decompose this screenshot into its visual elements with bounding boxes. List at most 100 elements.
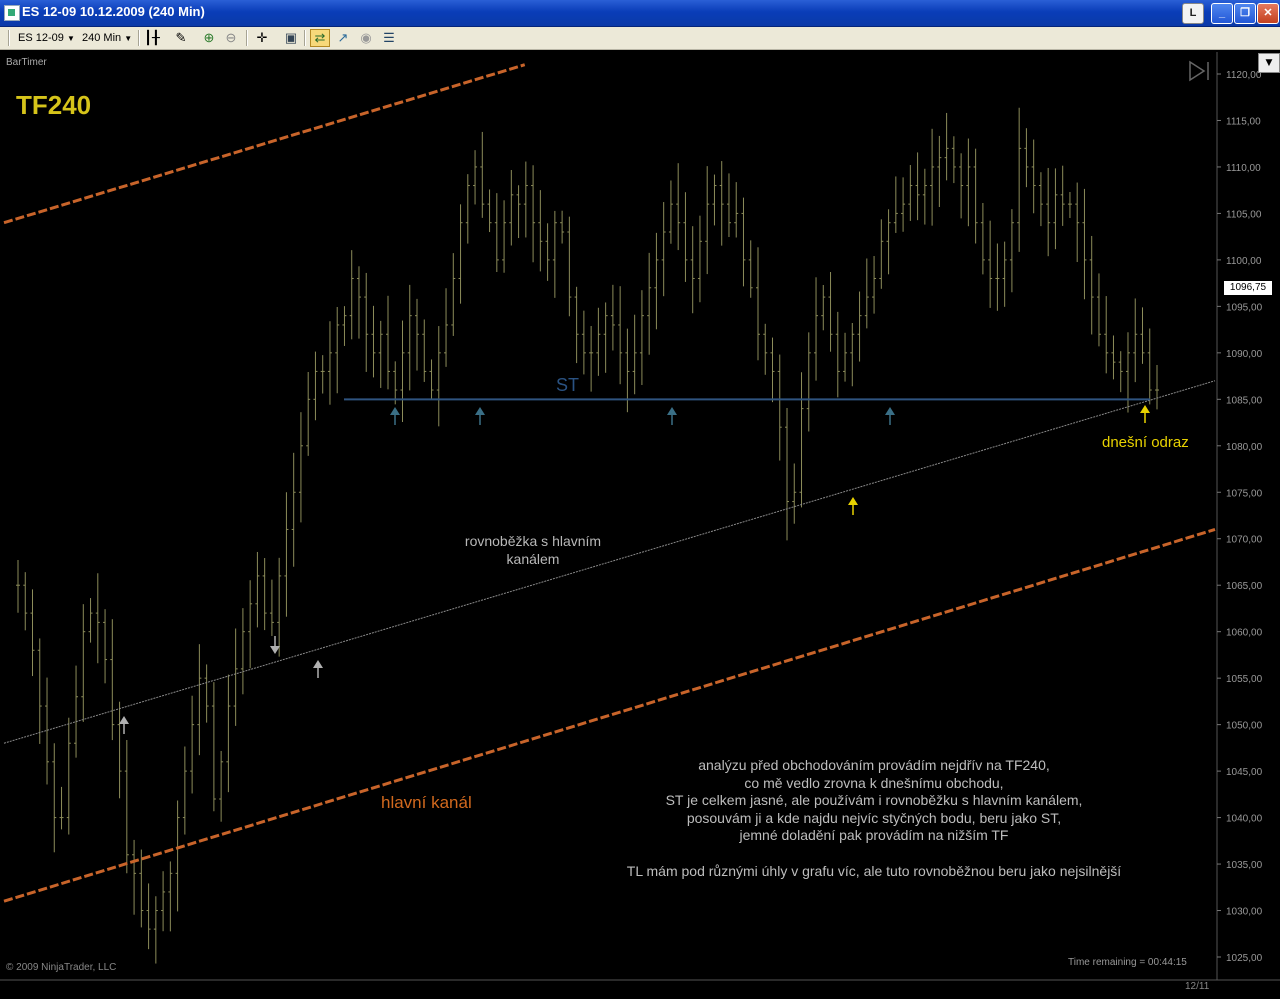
- ohlc-bar: [676, 163, 681, 251]
- analysis-note: analýzu před obchodováním provádím nejdř…: [600, 757, 1148, 880]
- ohlc-bar: [792, 463, 797, 524]
- ohlc-bar: [1075, 182, 1080, 263]
- ohlc-bar: [182, 746, 187, 835]
- ohlc-bar: [371, 305, 376, 378]
- ohlc-bar: [632, 314, 637, 395]
- ohlc-bar: [385, 295, 390, 390]
- ohlc-bar: [930, 128, 935, 226]
- strategy-icon[interactable]: ◉: [357, 29, 375, 47]
- y-tick-label: 1060,00: [1226, 628, 1263, 639]
- instrument-selector[interactable]: ES 12-09 ▼: [14, 29, 79, 47]
- data-box-icon[interactable]: ☰: [380, 29, 398, 47]
- close-button[interactable]: ✕: [1257, 3, 1279, 24]
- ohlc-bar: [277, 557, 282, 657]
- ohlc-bar: [52, 743, 57, 853]
- maximize-button[interactable]: ❐: [1234, 3, 1256, 24]
- ohlc-bar: [407, 284, 412, 391]
- interval-selector[interactable]: 240 Min ▼: [78, 29, 136, 47]
- ohlc-bar: [284, 492, 289, 617]
- ohlc-bar: [1002, 241, 1007, 307]
- bar-timer-play-icon[interactable]: [1188, 60, 1212, 82]
- ohlc-bar: [719, 161, 724, 246]
- window-title-bar[interactable]: ES 12-09 10.12.2009 (240 Min) L _ ❐ ✕: [0, 0, 1280, 27]
- zoom-out-icon[interactable]: ⊖: [222, 29, 240, 47]
- window-title: ES 12-09 10.12.2009 (240 Min): [22, 4, 205, 19]
- ohlc-bar: [545, 223, 550, 281]
- crosshair-icon[interactable]: ✛: [253, 29, 271, 47]
- arrow-up-icon: [390, 407, 400, 425]
- ohlc-bar: [298, 412, 303, 523]
- ohlc-bar: [255, 551, 260, 628]
- axis-menu-button[interactable]: ▼: [1258, 53, 1280, 73]
- instrument-label: ES 12-09: [18, 32, 64, 44]
- timeframe-label: TF240: [16, 90, 92, 120]
- y-tick-label: 1065,00: [1226, 581, 1263, 592]
- arrow-up-icon: [313, 660, 323, 678]
- minimize-button[interactable]: _: [1211, 3, 1233, 24]
- ohlc-bar: [1096, 273, 1101, 347]
- y-tick-label: 1030,00: [1226, 907, 1263, 918]
- ohlc-bar: [204, 664, 209, 723]
- ohlc-bar: [320, 355, 325, 394]
- ohlc-bar: [538, 190, 543, 272]
- draw-tool-icon[interactable]: ✎: [172, 29, 190, 47]
- ohlc-bar: [893, 176, 898, 233]
- indicators-icon[interactable]: ↗: [334, 29, 352, 47]
- y-tick-label: 1095,00: [1226, 302, 1263, 313]
- ohlc-bar: [327, 321, 332, 405]
- ohlc-bar: [480, 131, 485, 218]
- ohlc-bar: [168, 861, 173, 932]
- arrow-up-icon: [667, 407, 677, 425]
- ohlc-bar: [378, 320, 383, 388]
- app-icon: [4, 5, 20, 21]
- ohlc-bar: [654, 232, 659, 330]
- ohlc-bar: [458, 204, 463, 304]
- ohlc-bar: [88, 598, 93, 643]
- ohlc-bar: [799, 372, 804, 508]
- ohlc-bar: [74, 665, 79, 758]
- ohlc-bar: [349, 250, 354, 340]
- ohlc-bar: [1104, 296, 1109, 374]
- data-series-icon[interactable]: ⇄: [310, 29, 330, 47]
- ohlc-bar: [726, 173, 731, 238]
- ohlc-bar: [1147, 328, 1152, 405]
- y-tick-label: 1105,00: [1226, 209, 1262, 220]
- ohlc-bar: [814, 277, 819, 381]
- ohlc-bar: [1133, 298, 1138, 383]
- link-button[interactable]: L: [1182, 3, 1204, 24]
- ohlc-bar: [560, 210, 565, 244]
- ohlc-bar: [589, 325, 594, 392]
- y-tick-label: 1110,00: [1226, 163, 1261, 174]
- arrow-up-icon: [119, 716, 129, 734]
- ohlc-bar: [552, 210, 557, 298]
- y-tick-label: 1050,00: [1226, 721, 1263, 732]
- ohlc-bar: [690, 226, 695, 314]
- y-tick-label: 1100,00: [1226, 256, 1262, 267]
- zoom-in-icon[interactable]: ⊕: [200, 29, 218, 47]
- ohlc-bar: [16, 559, 20, 613]
- ohlc-bar: [190, 695, 195, 794]
- ohlc-bar: [1053, 168, 1058, 250]
- ohlc-bar: [269, 579, 274, 636]
- ohlc-bar: [770, 337, 775, 403]
- ohlc-bar: [1125, 332, 1130, 413]
- ohlc-bar: [980, 202, 985, 275]
- analysis-line: TL mám pod různými úhly v grafu víc, ale…: [626, 862, 1122, 879]
- ohlc-bar: [1089, 235, 1094, 335]
- ohlc-bar: [596, 307, 601, 376]
- ohlc-bar: [618, 286, 623, 385]
- analysis-line: posouvám ji a kde najdu nejvíc styčných …: [686, 809, 1062, 826]
- ohlc-bar: [400, 320, 405, 423]
- ohlc-bar: [973, 148, 978, 244]
- ohlc-bar: [785, 407, 790, 541]
- ohlc-bar: [132, 839, 137, 915]
- main-channel-label: hlavní kanál: [381, 793, 472, 812]
- properties-icon[interactable]: ▣: [282, 29, 300, 47]
- ohlc-bar: [1118, 351, 1123, 393]
- analysis-line: analýzu před obchodováním provádím nejdř…: [698, 757, 1050, 773]
- ohlc-bar: [1111, 335, 1116, 380]
- ohlc-bar: [734, 182, 739, 238]
- ohlc-bar: [610, 284, 615, 351]
- bar-style-icon[interactable]: ┃╂: [143, 29, 161, 47]
- ohlc-bar: [153, 896, 158, 964]
